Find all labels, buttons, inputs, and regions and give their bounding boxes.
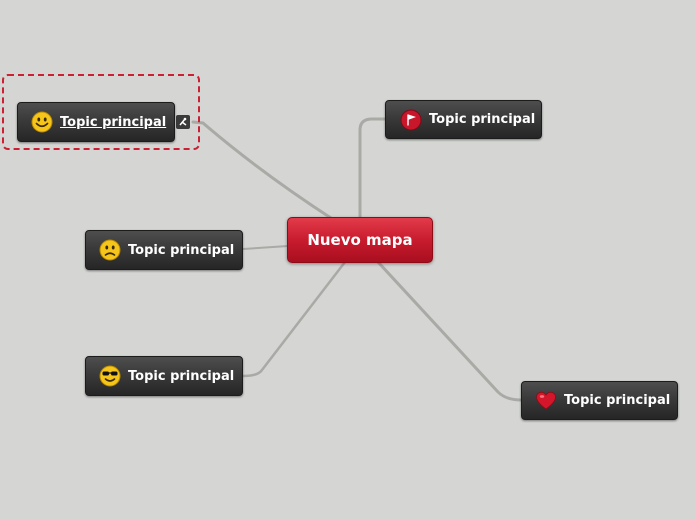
- collapse-toggle-button[interactable]: [176, 115, 190, 129]
- topic-node-1[interactable]: Topic principal: [17, 102, 175, 142]
- red-heart-icon: [535, 390, 557, 412]
- collapse-icon: [179, 117, 187, 126]
- link-to-topic-3: [242, 245, 289, 250]
- link-to-topic-5: [376, 260, 523, 402]
- link-to-topic-4: [241, 260, 347, 378]
- link-to-topic-2: [358, 117, 388, 222]
- central-topic-label: Nuevo mapa: [307, 231, 413, 249]
- topic-node-2[interactable]: Topic principal: [385, 100, 542, 139]
- mind-map-canvas[interactable]: Topic principal Topic principal Topic pr…: [0, 0, 696, 520]
- topic-label: Topic principal: [564, 393, 671, 408]
- topic-label: Topic principal: [429, 112, 536, 127]
- smiley-happy-icon: [31, 111, 53, 133]
- topic-label: Topic principal: [60, 114, 167, 130]
- topic-node-5[interactable]: Topic principal: [521, 381, 678, 420]
- topic-label: Topic principal: [128, 368, 235, 384]
- link-to-topic-1: [191, 120, 336, 222]
- topic-label: Topic principal: [128, 242, 235, 258]
- topic-node-3[interactable]: Topic principal: [85, 230, 243, 270]
- topic-node-4[interactable]: Topic principal: [85, 356, 243, 396]
- smiley-sad-icon: [99, 239, 121, 261]
- red-flag-icon: [400, 109, 422, 131]
- central-topic-node[interactable]: Nuevo mapa: [287, 217, 433, 263]
- smiley-sunglasses-icon: [99, 365, 121, 387]
